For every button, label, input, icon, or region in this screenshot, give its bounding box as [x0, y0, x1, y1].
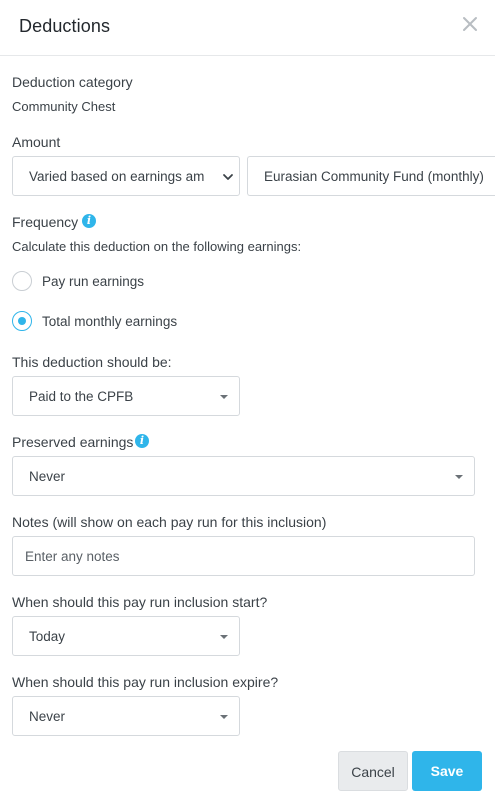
cancel-button[interactable]: Cancel — [338, 751, 408, 791]
frequency-description: Calculate this deduction on the followin… — [12, 239, 302, 254]
close-icon — [463, 17, 477, 31]
caret-down-icon — [220, 635, 228, 639]
expire-value: Never — [29, 709, 66, 724]
modal-title: Deductions — [19, 16, 111, 36]
caret-down-icon — [220, 715, 228, 719]
amount-label: Amount — [12, 134, 61, 150]
save-button[interactable]: Save — [412, 751, 482, 791]
amount-type-value: Varied based on earnings am — [29, 169, 205, 184]
start-select[interactable]: Today — [12, 616, 240, 656]
chevron-down-icon — [221, 170, 235, 184]
preserved-earnings-value: Never — [29, 469, 66, 484]
radio-label-pay-run-earnings[interactable]: Pay run earnings — [42, 274, 144, 289]
deduction-should-be-select[interactable]: Paid to the CPFB — [12, 376, 240, 416]
amount-type-select[interactable]: Varied based on earnings am — [12, 156, 240, 196]
frequency-label: Frequency — [12, 214, 79, 230]
close-button[interactable] — [460, 14, 480, 34]
expire-label: When should this pay run inclusion expir… — [12, 674, 279, 690]
start-value: Today — [29, 629, 66, 644]
deduction-should-be-label: This deduction should be: — [12, 354, 172, 370]
preserved-earnings-select[interactable]: Never — [12, 456, 475, 496]
radio-total-monthly-earnings[interactable] — [12, 311, 32, 331]
info-icon[interactable]: i — [82, 214, 96, 228]
notes-input[interactable]: Enter any notes — [12, 536, 475, 576]
preserved-earnings-label: Preserved earnings — [12, 434, 134, 450]
radio-pay-run-earnings[interactable] — [12, 271, 32, 291]
deduction-should-be-value: Paid to the CPFB — [29, 389, 134, 404]
expire-select[interactable]: Never — [12, 696, 240, 736]
notes-placeholder: Enter any notes — [25, 549, 120, 564]
radio-label-total-monthly-earnings[interactable]: Total monthly earnings — [42, 314, 177, 329]
amount-fund-select[interactable]: Eurasian Community Fund (monthly) — [247, 156, 495, 196]
radio-dot — [18, 317, 26, 325]
notes-label: Notes (will show on each pay run for thi… — [12, 514, 327, 530]
deduction-category-value: Community Chest — [12, 99, 116, 114]
amount-fund-value: Eurasian Community Fund (monthly) — [264, 169, 484, 184]
info-icon[interactable]: i — [135, 434, 149, 448]
start-label: When should this pay run inclusion start… — [12, 594, 268, 610]
caret-down-icon — [455, 475, 463, 479]
caret-down-icon — [220, 395, 228, 399]
deduction-category-label: Deduction category — [12, 74, 133, 90]
modal-header: Deductions — [0, 0, 495, 56]
